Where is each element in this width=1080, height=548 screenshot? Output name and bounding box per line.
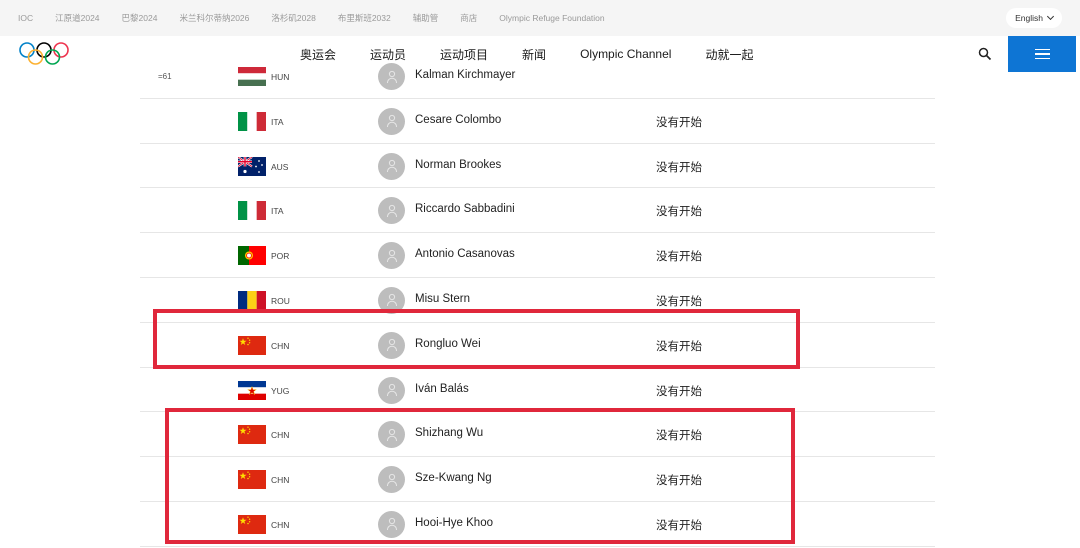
country-code: ROU bbox=[271, 295, 290, 306]
hamburger-icon-line bbox=[1034, 57, 1050, 60]
flag-hun-icon bbox=[238, 67, 266, 86]
athlete-name[interactable]: Norman Brookes bbox=[415, 159, 501, 171]
result-status: 没有开始 bbox=[656, 385, 702, 398]
top-link-brisbane-2032[interactable]: 布里斯班2032 bbox=[338, 12, 391, 24]
top-link-gangwon-2024[interactable]: 江原道2024 bbox=[55, 12, 99, 24]
hamburger-icon-line bbox=[1034, 53, 1050, 55]
olympic-rings-logo[interactable] bbox=[18, 41, 70, 67]
result-status: 没有开始 bbox=[656, 206, 702, 219]
avatar-placeholder-icon[interactable] bbox=[378, 152, 405, 180]
language-selector[interactable]: English bbox=[1006, 8, 1062, 28]
top-link-aux[interactable]: 辅助管 bbox=[413, 12, 439, 24]
table-row[interactable]: AUS Norman Brookes 没有开始 bbox=[140, 144, 935, 189]
athlete-name[interactable]: Cesare Colombo bbox=[415, 114, 501, 126]
top-link-refuge-foundation[interactable]: Olympic Refuge Foundation bbox=[499, 13, 604, 23]
athlete-name[interactable]: Antonio Casanovas bbox=[415, 248, 515, 260]
athlete-name[interactable]: Kalman Kirchmayer bbox=[415, 69, 515, 81]
search-icon[interactable] bbox=[978, 47, 992, 61]
table-row[interactable]: ITA Riccardo Sabbadini 没有开始 bbox=[140, 188, 935, 234]
result-status: 没有开始 bbox=[656, 161, 702, 174]
flag-ita-icon bbox=[238, 111, 266, 131]
country-code: HUN bbox=[271, 72, 290, 82]
country-code: ITA bbox=[271, 116, 284, 127]
result-status: 没有开始 bbox=[656, 295, 702, 308]
flag-aus-icon bbox=[238, 156, 266, 176]
table-row[interactable]: YUG Iván Balás 没有开始 bbox=[140, 368, 935, 413]
avatar-placeholder-icon[interactable] bbox=[378, 376, 405, 404]
menu-button[interactable] bbox=[1008, 36, 1076, 72]
top-utility-bar: IOC 江原道2024 巴黎2024 米兰科尔蒂纳2026 洛杉矶2028 布里… bbox=[0, 0, 1080, 36]
avatar-placeholder-icon[interactable] bbox=[378, 107, 405, 135]
table-row[interactable]: POR Antonio Casanovas 没有开始 bbox=[140, 233, 935, 278]
hamburger-icon-line bbox=[1034, 48, 1050, 51]
rank-cell: =61 bbox=[158, 72, 172, 81]
top-links: IOC 江原道2024 巴黎2024 米兰科尔蒂纳2026 洛杉矶2028 布里… bbox=[18, 0, 627, 36]
athlete-name[interactable]: Misu Stern bbox=[415, 293, 470, 305]
table-row[interactable]: =61 HUN Kalman Kirchmayer bbox=[140, 54, 935, 99]
highlight-box-single bbox=[153, 309, 800, 369]
country-code: YUG bbox=[271, 385, 290, 396]
athlete-name[interactable]: Riccardo Sabbadini bbox=[415, 203, 515, 215]
top-link-shop[interactable]: 商店 bbox=[460, 12, 477, 24]
flag-yug-icon bbox=[238, 380, 266, 400]
table-row[interactable]: ITA Cesare Colombo 没有开始 bbox=[140, 99, 935, 144]
country-code: POR bbox=[271, 251, 290, 262]
flag-ita-icon bbox=[238, 201, 266, 221]
avatar-placeholder-icon[interactable] bbox=[378, 63, 405, 90]
flag-por-icon bbox=[238, 246, 266, 266]
highlight-box-group bbox=[165, 408, 795, 544]
language-label: English bbox=[1015, 13, 1043, 23]
result-status: 没有开始 bbox=[656, 116, 702, 129]
top-link-la-2028[interactable]: 洛杉矶2028 bbox=[271, 12, 315, 24]
chevron-down-icon bbox=[1046, 12, 1055, 21]
top-link-milano-cortina-2026[interactable]: 米兰科尔蒂纳2026 bbox=[179, 12, 249, 24]
avatar-placeholder-icon[interactable] bbox=[378, 242, 405, 270]
flag-rou-icon bbox=[238, 290, 266, 310]
avatar-placeholder-icon[interactable] bbox=[378, 197, 405, 225]
country-code: ITA bbox=[271, 206, 284, 217]
top-link-ioc[interactable]: IOC bbox=[18, 13, 33, 23]
country-code: AUS bbox=[271, 161, 289, 172]
athlete-name[interactable]: Iván Balás bbox=[415, 383, 469, 395]
result-status: 没有开始 bbox=[656, 251, 702, 264]
top-link-paris-2024[interactable]: 巴黎2024 bbox=[122, 12, 158, 24]
